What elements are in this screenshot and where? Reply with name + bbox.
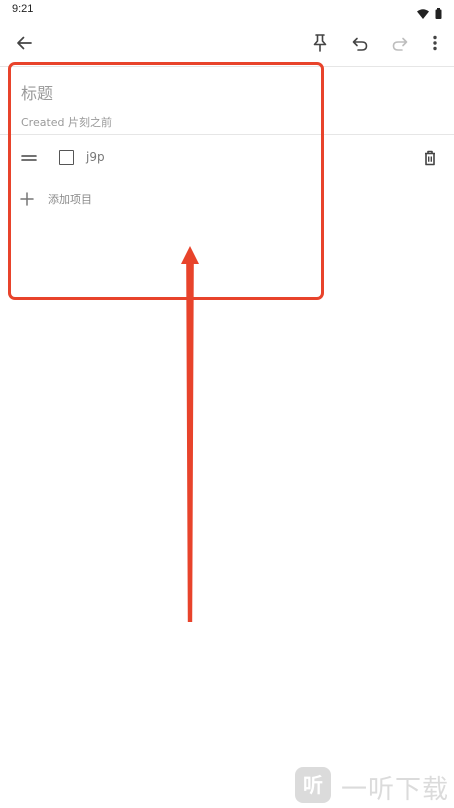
status-icons — [417, 4, 442, 23]
back-button[interactable] — [9, 30, 39, 60]
undo-icon — [352, 36, 368, 55]
delete-item-button[interactable] — [420, 148, 440, 168]
wifi-icon — [417, 4, 429, 23]
redo-icon — [392, 36, 408, 55]
watermark-text: 一听下载 — [341, 775, 450, 805]
status-time: 9:21 — [12, 3, 34, 15]
battery-icon — [435, 4, 442, 23]
undo-button[interactable] — [345, 30, 375, 60]
more-vert-icon — [432, 35, 438, 55]
trash-icon — [420, 150, 440, 172]
toolbar — [0, 26, 454, 64]
status-bar: 9:21 — [0, 0, 454, 22]
pin-button[interactable] — [305, 30, 335, 60]
annotation-arrow-icon — [181, 246, 199, 622]
watermark: 听 一听下载 — [293, 765, 451, 805]
watermark-logo: 听 — [295, 767, 331, 803]
back-arrow-icon — [16, 35, 32, 55]
pin-icon — [313, 34, 327, 56]
redo-button[interactable] — [385, 30, 415, 60]
highlight-box — [8, 62, 324, 300]
more-button[interactable] — [420, 30, 450, 60]
